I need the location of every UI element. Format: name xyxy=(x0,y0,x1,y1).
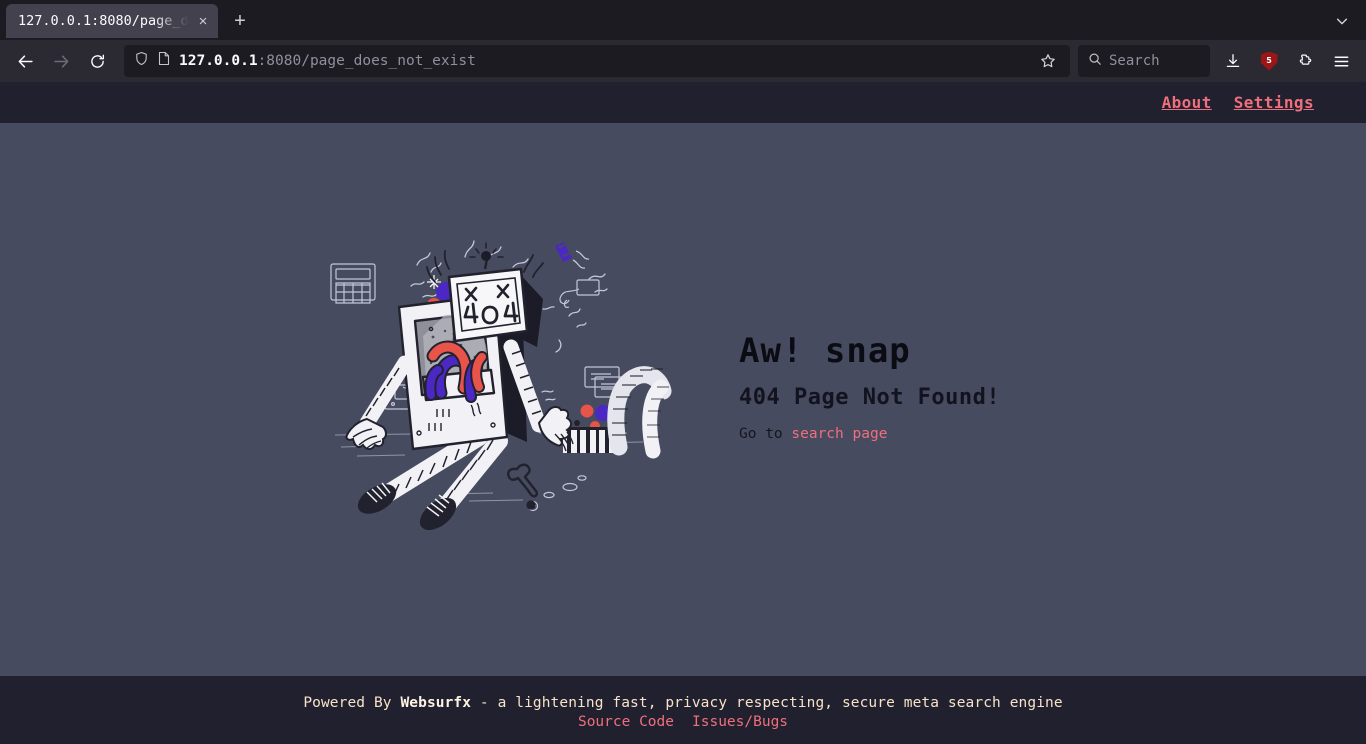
navigation-toolbar: 127.0.0.1:8080/page_does_not_exist Searc… xyxy=(0,40,1366,82)
search-bar[interactable]: Search xyxy=(1078,45,1210,77)
footer-links: Source Code Issues/Bugs xyxy=(578,714,788,730)
goto-prefix-text: Go to xyxy=(739,426,792,442)
ublock-blocked-count: 5 xyxy=(1266,56,1272,65)
page-document-icon[interactable] xyxy=(157,51,171,71)
site-footer: Powered By Websurfx - a lightening fast,… xyxy=(0,676,1366,744)
error-copy: Aw! snap 404 Page Not Found! Go to searc… xyxy=(739,331,1039,442)
footer-powered-prefix: Powered By xyxy=(303,694,401,711)
reload-icon[interactable] xyxy=(80,45,114,77)
robot-arm-left xyxy=(345,355,413,450)
detached-tube xyxy=(607,365,672,458)
bookmark-star-icon[interactable] xyxy=(1034,47,1062,75)
forward-icon[interactable] xyxy=(44,45,78,77)
search-placeholder: Search xyxy=(1109,53,1160,69)
browser-tab[interactable]: 127.0.0.1:8080/page_d × xyxy=(6,4,218,38)
footer-tagline: Powered By Websurfx - a lightening fast,… xyxy=(303,695,1062,711)
ublock-origin-icon[interactable]: 5 xyxy=(1252,45,1286,77)
nav-link-settings[interactable]: Settings xyxy=(1234,93,1314,112)
site-header: About Settings xyxy=(0,82,1366,123)
new-tab-button[interactable]: + xyxy=(224,5,256,37)
address-bar[interactable]: 127.0.0.1:8080/page_does_not_exist xyxy=(124,45,1070,77)
back-icon[interactable] xyxy=(8,45,42,77)
robot-antenna xyxy=(469,241,504,269)
download-icon[interactable] xyxy=(1216,45,1250,77)
broken-robot-illustration xyxy=(327,237,687,537)
url-text: 127.0.0.1:8080/page_does_not_exist xyxy=(179,53,1026,69)
footer-link-source-code[interactable]: Source Code xyxy=(578,714,674,730)
close-icon[interactable]: × xyxy=(192,10,214,32)
url-host: 127.0.0.1 xyxy=(179,53,258,69)
error-heading: Aw! snap xyxy=(739,331,911,371)
purple-bar-doodle xyxy=(555,241,590,269)
tab-strip: 127.0.0.1:8080/page_d × + xyxy=(0,0,1366,40)
url-path: :8080/page_does_not_exist xyxy=(257,53,476,69)
page-viewport: About Settings Aw! snap 404 Page Not Fou… xyxy=(0,82,1366,744)
nav-link-about[interactable]: About xyxy=(1162,93,1212,112)
footer-brand: Websurfx xyxy=(400,694,472,711)
tab-title: 127.0.0.1:8080/page_d xyxy=(18,13,189,29)
shield-icon[interactable] xyxy=(134,51,149,71)
search-page-link[interactable]: search page xyxy=(791,426,887,442)
footer-tagline-text: - a lightening fast, privacy respecting,… xyxy=(471,694,1063,711)
error-main: Aw! snap 404 Page Not Found! Go to searc… xyxy=(0,123,1366,676)
wrench-doodle xyxy=(507,463,538,497)
hamburger-menu-icon[interactable] xyxy=(1324,45,1358,77)
error-subheading: 404 Page Not Found! xyxy=(739,385,1001,410)
browser-window: 127.0.0.1:8080/page_d × + 127.0.0.1:8080… xyxy=(0,0,1366,744)
extensions-puzzle-icon[interactable] xyxy=(1288,45,1322,77)
footer-link-issues-bugs[interactable]: Issues/Bugs xyxy=(692,714,788,730)
search-icon xyxy=(1088,52,1102,71)
chevron-down-icon[interactable] xyxy=(1328,7,1356,35)
goto-search-line: Go to search page xyxy=(739,426,1039,442)
calculator-doodle xyxy=(330,262,376,304)
